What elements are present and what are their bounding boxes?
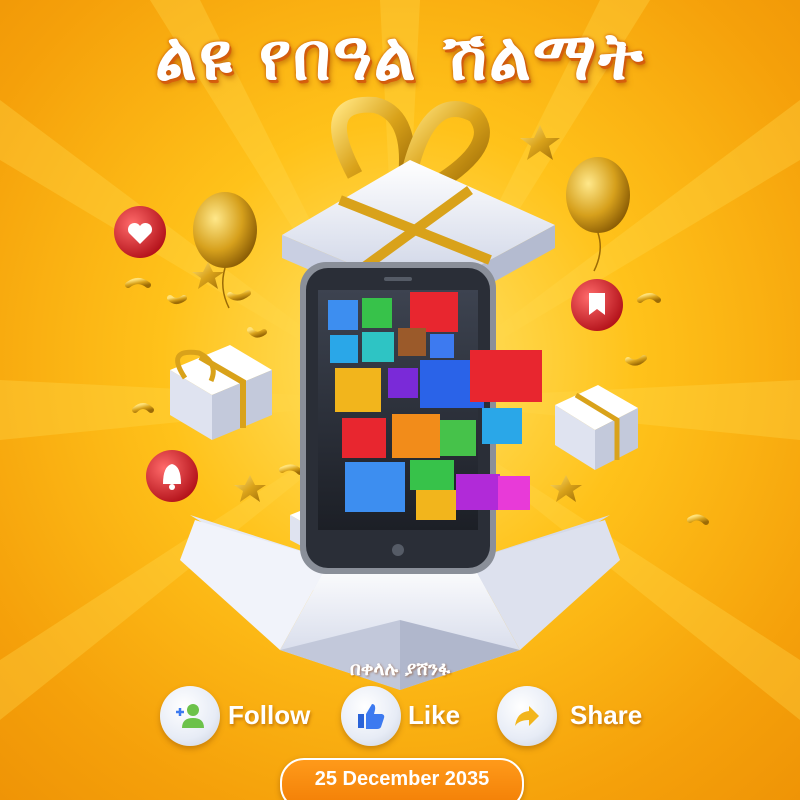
gift-box-left (170, 345, 272, 440)
thumbs-up-icon (358, 704, 385, 729)
event-date: 25 December 2035 (314, 768, 490, 790)
star-decoration (550, 475, 582, 502)
gift-box-right (555, 385, 638, 470)
add-user-icon (176, 704, 204, 728)
gift-phone-illustration (114, 96, 709, 690)
star-decoration (234, 475, 266, 502)
social-actions: Follow Like Share (0, 686, 800, 746)
like-button[interactable] (341, 686, 401, 746)
bell-icon (146, 450, 198, 502)
like-label: Like (408, 700, 461, 730)
heart-icon (114, 206, 166, 258)
promo-poster: ልዩ የበዓል ሽልማት በቀላሉ ያሸንፋ Follow Like Share… (0, 0, 800, 800)
follow-label: Follow (228, 700, 311, 730)
balloon-right (566, 157, 630, 272)
star-decoration (520, 125, 560, 160)
share-button[interactable] (497, 686, 557, 746)
share-arrow-icon (515, 706, 539, 726)
brand-name: በቀላሉ ያሸንፋ (349, 658, 451, 680)
bookmark-icon (571, 279, 623, 331)
share-label: Share (570, 700, 643, 730)
date-badge: 25 December 2035 (280, 758, 524, 800)
follow-button[interactable] (160, 686, 220, 746)
